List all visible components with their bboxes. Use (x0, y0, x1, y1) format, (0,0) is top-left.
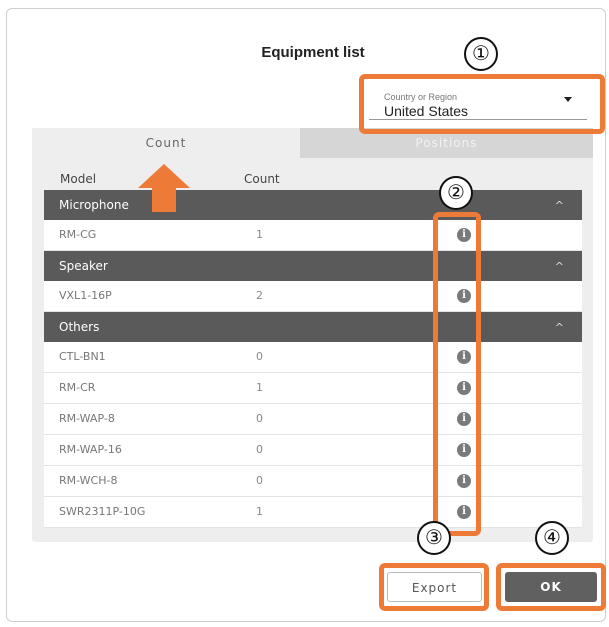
model-cell: RM-WAP-16 (59, 443, 122, 456)
arrow-up-icon (138, 164, 190, 212)
table-row: RM-CG 1 i (44, 220, 582, 251)
table-row: RM-WAP-8 0 i (44, 404, 582, 435)
count-cell: 0 (256, 474, 263, 487)
count-cell: 1 (256, 381, 263, 394)
callout-number-2: ② (439, 176, 473, 210)
table-row: CTL-BN1 0 i (44, 342, 582, 373)
chevron-up-icon[interactable]: ^ (555, 260, 564, 273)
model-cell: RM-WCH-8 (59, 474, 118, 487)
table-row: RM-WAP-16 0 i (44, 435, 582, 466)
column-header-model: Model (60, 172, 97, 186)
table-row: RM-CR 1 i (44, 373, 582, 404)
group-header-speaker[interactable]: Speaker ^ (44, 251, 582, 281)
model-cell: RM-CG (59, 228, 97, 241)
group-label: Microphone (59, 198, 129, 212)
table-row: SWR2311P-10G 1 i (44, 497, 582, 528)
group-header-microphone[interactable]: Microphone ^ (44, 190, 582, 220)
table-row: RM-WCH-8 0 i (44, 466, 582, 497)
callout-box-info (433, 212, 481, 536)
model-cell: CTL-BN1 (59, 350, 106, 363)
model-cell: SWR2311P-10G (59, 505, 146, 518)
column-header-count: Count (244, 172, 280, 186)
chevron-up-icon[interactable]: ^ (555, 321, 564, 334)
model-cell: RM-CR (59, 381, 96, 394)
tab-count[interactable]: Count (32, 128, 301, 158)
table-row: VXL1-16P 2 i (44, 281, 582, 312)
equipment-table: Microphone ^ RM-CG 1 i Speaker ^ VXL1-16… (44, 190, 582, 528)
count-cell: 2 (256, 289, 263, 302)
group-label: Others (59, 320, 100, 334)
model-cell: VXL1-16P (59, 289, 112, 302)
group-header-others[interactable]: Others ^ (44, 312, 582, 342)
callout-number-4: ④ (535, 521, 569, 555)
group-label: Speaker (59, 259, 108, 273)
callout-number-1: ① (464, 37, 498, 71)
callout-box-ok (496, 563, 606, 611)
model-cell: RM-WAP-8 (59, 412, 115, 425)
count-cell: 0 (256, 443, 263, 456)
count-cell: 1 (256, 228, 263, 241)
count-cell: 1 (256, 505, 263, 518)
chevron-up-icon[interactable]: ^ (555, 199, 564, 212)
count-cell: 0 (256, 412, 263, 425)
dialog-title: Equipment list (261, 44, 365, 61)
callout-box-export (379, 563, 489, 611)
count-cell: 0 (256, 350, 263, 363)
equipment-panel: Count Positions Model Count Microphone ^… (32, 128, 593, 542)
callout-box-region (359, 74, 605, 134)
callout-number-3: ③ (417, 521, 451, 555)
